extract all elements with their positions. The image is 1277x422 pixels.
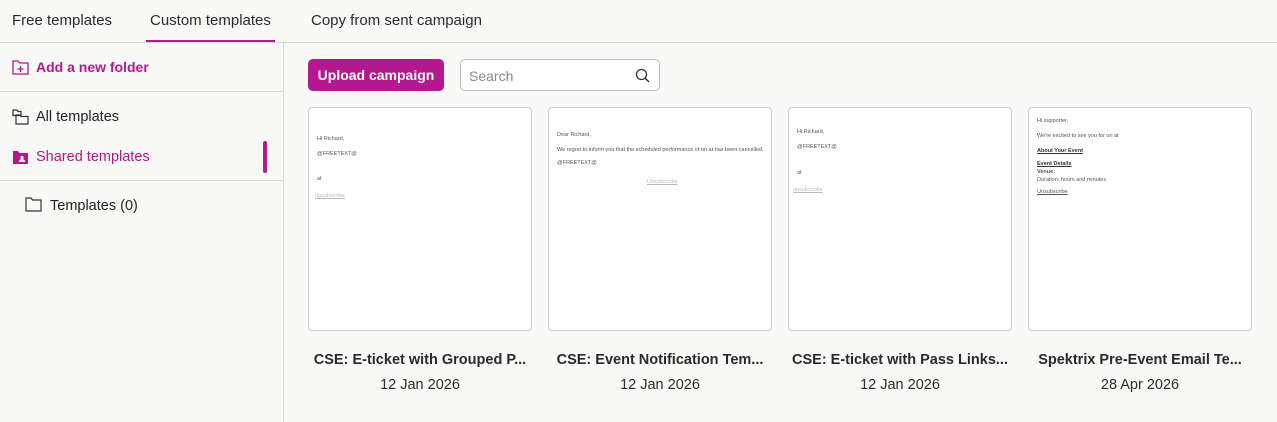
template-thumbnail[interactable]: Hi supporter, We're excited to see you f… [1028,107,1252,331]
upload-campaign-button[interactable]: Upload campaign [308,59,444,91]
template-thumbnail[interactable]: Dear Richard, We regret to inform you th… [548,107,772,331]
template-gallery: Upload campaign Hi Richard, @FREETEXT@ a… [284,43,1277,422]
add-folder-button[interactable]: Add a new folder [0,53,283,83]
add-folder-label: Add a new folder [36,59,149,75]
search-icon[interactable] [635,68,650,88]
template-date: 28 Apr 2026 [1100,377,1180,393]
template-title: CSE: E-ticket with Grouped P... [313,352,527,368]
folder-item-label: Templates (0) [50,198,138,214]
folders-icon [12,109,29,130]
tab-custom-templates[interactable]: Custom templates [146,0,275,42]
template-tabs: Free templates Custom templates Copy fro… [0,0,1277,43]
search-box[interactable] [460,59,660,91]
tab-copy-from-sent-campaign[interactable]: Copy from sent campaign [311,0,482,42]
template-title: CSE: Event Notification Tem... [556,352,764,368]
template-thumbnail[interactable]: Hi Richard, @FREETEXT@ at unsubscribe [308,107,532,331]
template-date: 12 Jan 2026 [380,377,460,393]
template-date: 12 Jan 2026 [620,377,700,393]
template-title: Spektrix Pre-Event Email Te... [1038,352,1242,368]
template-date: 12 Jan 2026 [860,377,940,393]
sidebar-item-all-templates[interactable]: All templates [0,103,283,133]
search-input[interactable] [469,66,629,86]
sidebar-item-label: All templates [36,109,120,125]
active-indicator [263,141,267,173]
folder-sidebar: Add a new folder All templates Shared te… [0,43,284,422]
template-title: CSE: E-ticket with Pass Links... [792,352,1008,368]
divider [0,180,283,181]
shared-folder-icon [12,149,29,170]
folder-icon [25,197,42,217]
divider [0,91,283,92]
template-thumbnail[interactable]: Hi Richard, @FREETEXT@ at unsubscribe [788,107,1012,331]
sidebar-item-shared-templates[interactable]: Shared templates [0,141,283,173]
sidebar-item-label: Shared templates [36,149,150,165]
tab-free-templates[interactable]: Free templates [12,0,112,42]
add-folder-icon [12,59,29,80]
folder-item-templates[interactable]: Templates (0) [0,191,283,221]
